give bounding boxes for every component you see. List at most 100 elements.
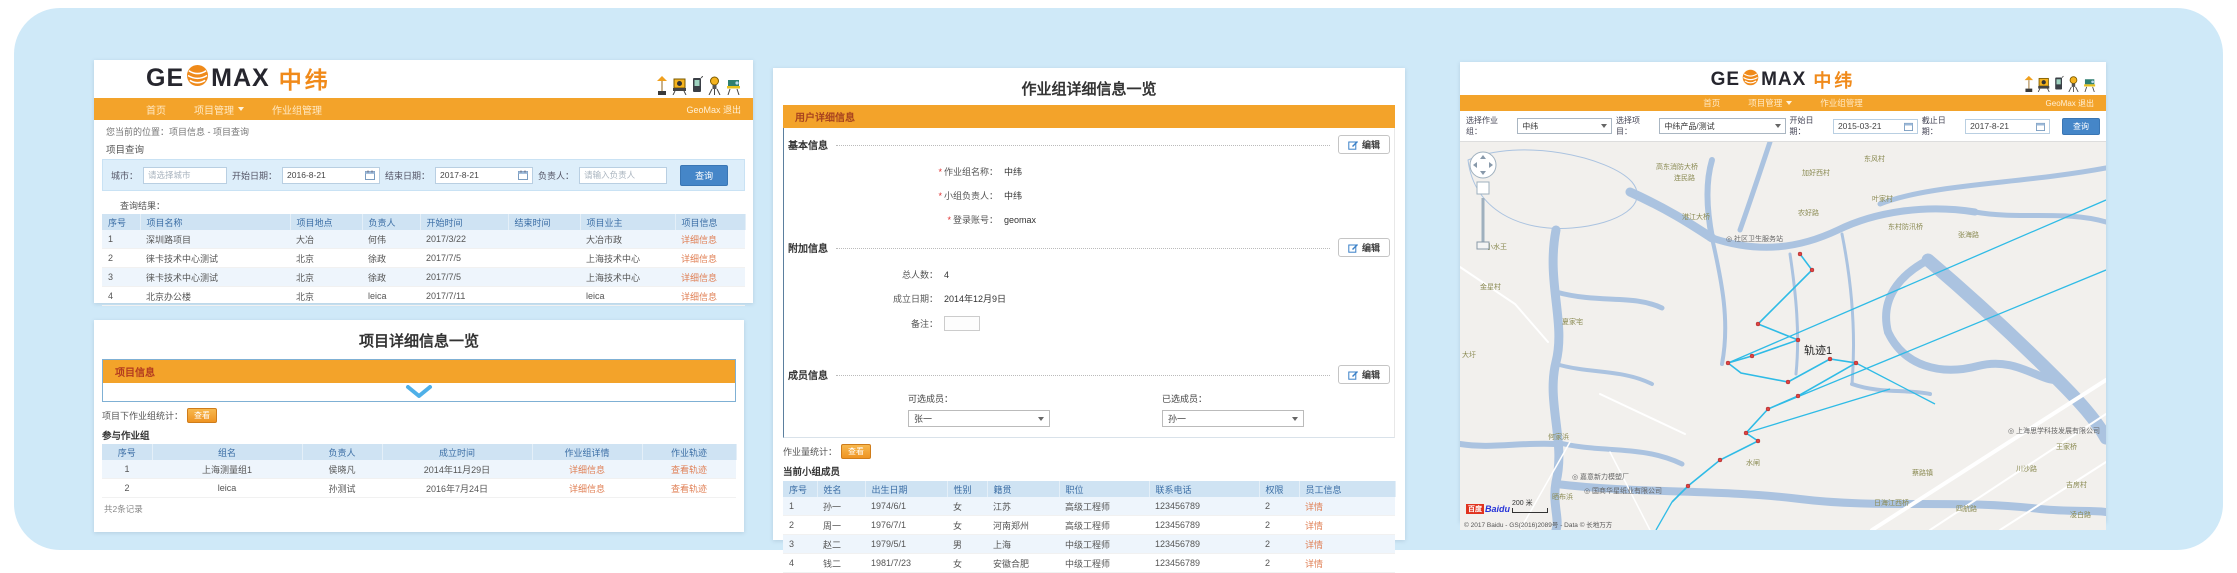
member-detail-link[interactable]: 详情 <box>1305 502 1323 512</box>
logo-text-cn: 中纬 <box>279 61 331 95</box>
collapse-toggle[interactable] <box>103 383 735 401</box>
member-detail-link[interactable]: 详情 <box>1305 559 1323 569</box>
globe-icon <box>186 64 209 92</box>
teams-table: 序号 组名 负责人 成立时间 作业组详情 作业轨迹 1上海测量组1 侯晓凡201… <box>102 444 737 498</box>
city-input[interactable]: 请选择城市 <box>143 167 227 184</box>
column-header: 项目名称 <box>140 214 290 230</box>
gnss-pole-icon <box>656 76 668 95</box>
project-detail-link[interactable]: 详细信息 <box>681 292 717 302</box>
end-date-input[interactable]: 2017-8-21 <box>1965 119 2050 134</box>
nav-item-project-management[interactable]: 项目管理 <box>1748 97 1792 109</box>
geomax-logo: GE MAX 中纬 <box>146 61 331 95</box>
start-date-label: 开始日期： <box>232 169 277 182</box>
start-date-input[interactable]: 2016-8-21 <box>282 167 380 184</box>
dotted-divider <box>836 247 1330 249</box>
map-navigation-control[interactable] <box>1466 148 1500 265</box>
view-workload-button[interactable]: 查看 <box>841 444 871 459</box>
column-header: 联系电话 <box>1149 481 1259 497</box>
search-bar: 城市： 请选择城市 开始日期： 2016-8-21 结束日期： 2017-8-2… <box>102 159 745 191</box>
nav-item-project-management[interactable]: 项目管理 <box>194 102 244 117</box>
logo-text-cn: 中纬 <box>1813 67 1855 93</box>
nav-item-home[interactable]: 首页 <box>146 102 166 117</box>
column-header: 成立时间 <box>382 444 532 460</box>
instrument-icons <box>656 76 741 95</box>
column-header: 性别 <box>947 481 987 497</box>
calendar-icon[interactable] <box>518 170 528 180</box>
edit-basic-button[interactable]: 编辑 <box>1338 135 1390 154</box>
page-title: 项目详细信息一览 <box>94 320 744 351</box>
nav-item-team-management[interactable]: 作业组管理 <box>272 102 322 117</box>
team-detail-link[interactable]: 详细信息 <box>569 484 605 494</box>
start-date-input[interactable]: 2015-03-21 <box>1833 119 1918 134</box>
column-header: 项目业主 <box>580 214 675 230</box>
login-account-value: geomax <box>1004 215 1036 225</box>
calendar-icon[interactable] <box>2036 122 2045 131</box>
breadcrumb: 您当前的位置：项目信息 - 项目查询 <box>94 120 753 138</box>
chevron-down-icon <box>1038 417 1044 421</box>
field-label: 备注： <box>788 317 938 330</box>
project-detail-link[interactable]: 详细信息 <box>681 235 717 245</box>
theodolite-icon <box>2067 76 2080 92</box>
project-select-label: 选择项目： <box>1616 115 1655 137</box>
total-station-icon <box>2037 76 2050 92</box>
project-row: 4北京办公楼 北京leica 2017/7/11 leica 详细信息 <box>102 287 745 306</box>
owner-input[interactable]: 请输入负责人 <box>579 167 667 184</box>
project-detail-link[interactable]: 详细信息 <box>681 254 717 264</box>
record-count: 共2条记录 <box>104 503 744 515</box>
workload-stats-label: 作业量统计： <box>783 445 837 458</box>
map-canvas[interactable]: 高东消防大桥连民路港江大桥加好西村东风村叶家村农好路东村防汛桥张海路小水王金星村… <box>1460 142 2106 530</box>
member-detail-link[interactable]: 详情 <box>1305 521 1323 531</box>
member-count-value: 4 <box>944 270 949 280</box>
remark-box <box>944 316 980 331</box>
team-select-label: 选择作业组： <box>1466 115 1513 137</box>
project-select[interactable]: 中纬产品/测试 <box>1659 118 1785 134</box>
zoom-in-button[interactable] <box>1477 182 1489 194</box>
globe-icon <box>1742 69 1759 91</box>
edit-members-button[interactable]: 编辑 <box>1338 365 1390 384</box>
calendar-icon[interactable] <box>365 170 375 180</box>
nav-item-home[interactable]: 首页 <box>1703 97 1720 109</box>
zoom-slider-handle[interactable] <box>1477 242 1489 249</box>
available-members-select[interactable]: 张一 <box>908 410 1050 427</box>
baidu-logo-en: Baidu <box>1485 504 1510 514</box>
total-station-icon <box>672 76 687 95</box>
calendar-icon[interactable] <box>1904 122 1913 131</box>
column-header: 负责人 <box>302 444 382 460</box>
user-detail-bar: 用户详细信息 <box>783 105 1395 128</box>
edit-extra-button[interactable]: 编辑 <box>1338 238 1390 257</box>
available-members-label: 可选成员： <box>908 392 1050 405</box>
logout-link[interactable]: GeoMax 退出 <box>2046 98 2094 109</box>
team-name-value: 中纬 <box>1004 165 1022 178</box>
project-detail-link[interactable]: 详细信息 <box>681 273 717 283</box>
search-button[interactable]: 查询 <box>2062 118 2100 135</box>
logout-link[interactable]: GeoMax 退出 <box>686 103 741 116</box>
column-header: 权限 <box>1259 481 1299 497</box>
view-track-link[interactable]: 查看轨迹 <box>671 465 707 475</box>
chevron-down-icon <box>1292 417 1298 421</box>
level-icon <box>726 76 741 95</box>
column-header: 出生日期 <box>865 481 947 497</box>
team-leader-value: 中纬 <box>1004 189 1022 202</box>
members-section-header: 成员信息 编辑 <box>788 353 1390 384</box>
member-detail-link[interactable]: 详情 <box>1305 540 1323 550</box>
end-date-input[interactable]: 2017-8-21 <box>435 167 533 184</box>
chevron-down-icon <box>1775 124 1781 128</box>
view-stats-button[interactable]: 查看 <box>187 408 217 423</box>
dotted-divider <box>836 144 1330 146</box>
view-track-link[interactable]: 查看轨迹 <box>671 484 707 494</box>
owner-label: 负责人： <box>538 169 574 182</box>
map-scale: 200 米 <box>1512 498 1548 513</box>
team-detail-link[interactable]: 详细信息 <box>569 465 605 475</box>
column-header: 作业轨迹 <box>642 444 736 460</box>
logo-text-max: MAX <box>211 64 270 93</box>
chevron-down-icon <box>238 107 244 111</box>
selected-members-select[interactable]: 孙一 <box>1162 410 1304 427</box>
column-header: 结束时间 <box>508 214 580 230</box>
map-filter-bar: 选择作业组： 中纬 选择项目： 中纬产品/测试 开始日期： 2015-03-21… <box>1460 111 2106 142</box>
logo-text-ge: GE <box>146 64 184 93</box>
collapse-bar[interactable]: 项目信息 <box>103 360 735 383</box>
team-select[interactable]: 中纬 <box>1517 118 1612 134</box>
projects-table: 序号 项目名称 项目地点 负责人 开始时间 结束时间 项目业主 项目信息 1深圳… <box>102 214 746 306</box>
search-button[interactable]: 查询 <box>680 165 728 186</box>
nav-item-team-management[interactable]: 作业组管理 <box>1820 97 1863 109</box>
